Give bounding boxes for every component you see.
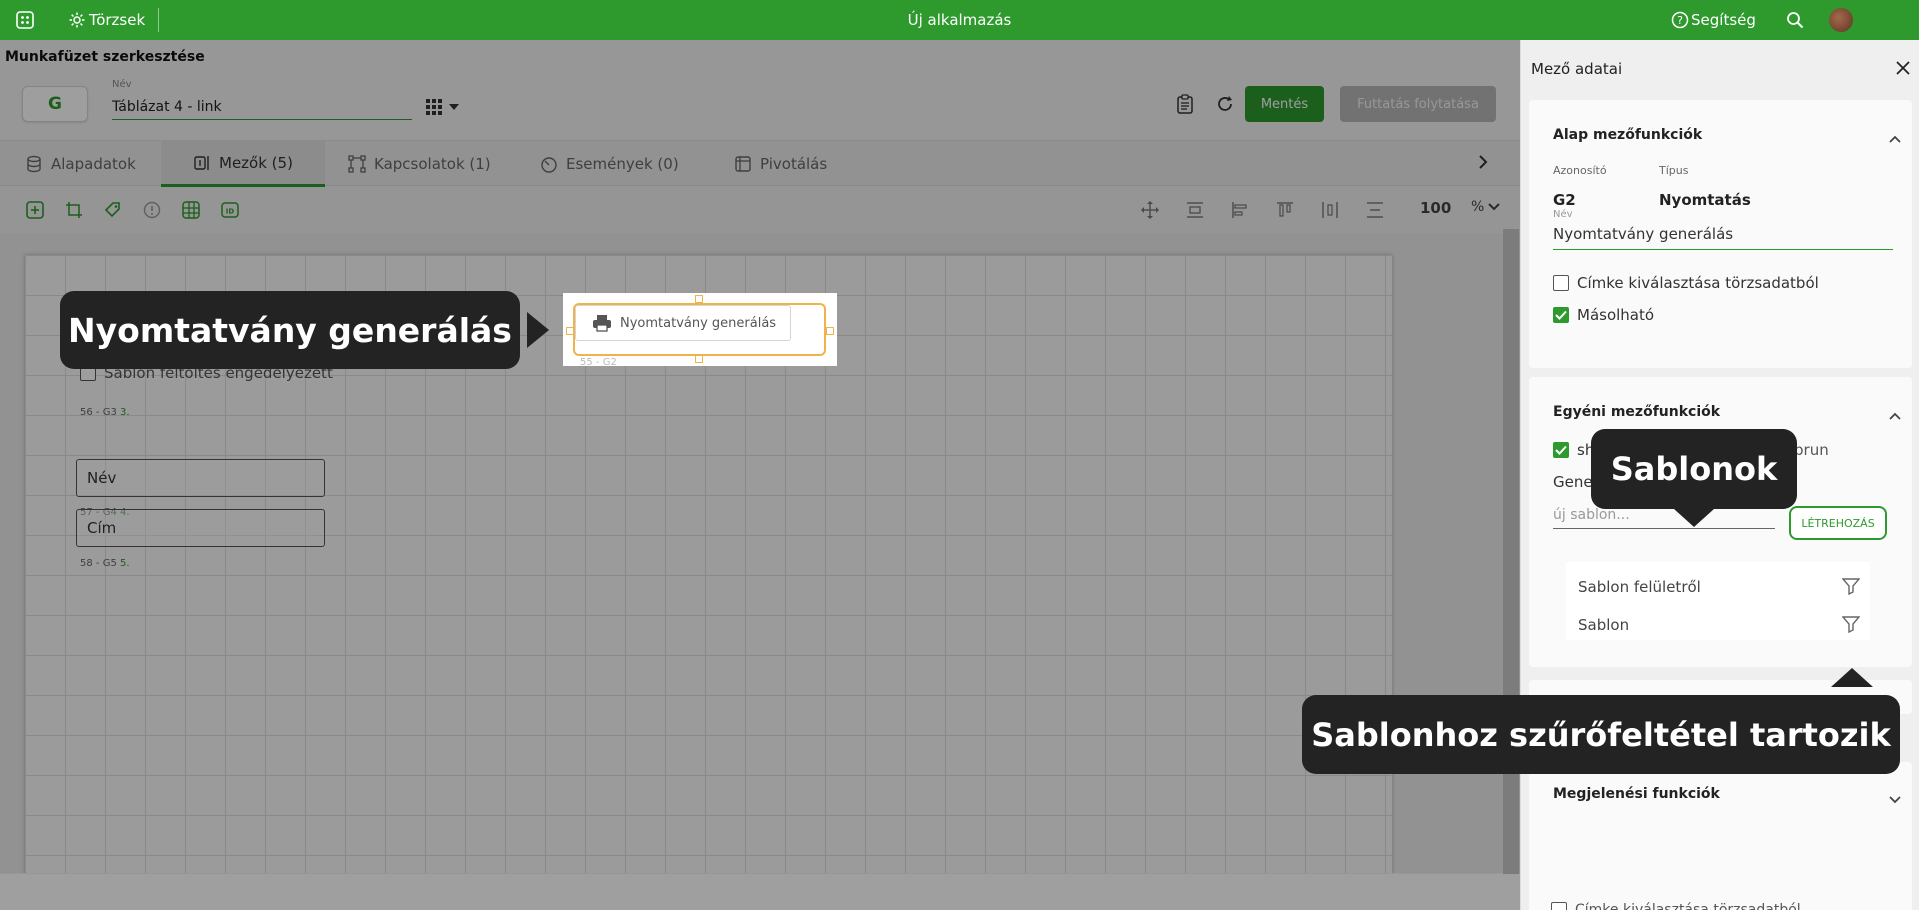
resize-handle[interactable]: [695, 355, 703, 363]
topbar-divider: [158, 8, 159, 32]
callout-print: Nyomtatvány generálás: [60, 291, 520, 369]
card-title: Egyéni mezőfunkciók: [1553, 404, 1721, 420]
template-item[interactable]: Sablon felületről: [1578, 578, 1701, 596]
svg-text:?: ?: [1677, 14, 1683, 27]
card-title: Megjelenési funkciók: [1553, 786, 1720, 802]
display-functions-card: Megjelenési funkciók: [1529, 762, 1912, 910]
input-underline: [1553, 528, 1775, 529]
display-label-checkbox[interactable]: Címke kiválasztása törzsadatból: [1551, 902, 1801, 910]
field-name-input[interactable]: Nyomtatvány generálás: [1553, 225, 1733, 243]
filter-icon[interactable]: [1841, 615, 1861, 637]
basic-functions-card: Alap mezőfunkciók Azonosító Típus G2 Nyo…: [1529, 100, 1912, 368]
checkbox: [1551, 902, 1567, 910]
checkbox-checked: [1553, 307, 1569, 323]
checkbox-label: Másolható: [1577, 306, 1655, 324]
id-value: G2: [1553, 191, 1576, 209]
callout-pointer: [1674, 509, 1714, 527]
checkbox-label: Címke kiválasztása törzsadatból: [1575, 902, 1801, 910]
help-icon[interactable]: ?: [1670, 10, 1690, 30]
app-title: Új alkalmazás: [907, 11, 1012, 29]
resize-handle[interactable]: [695, 295, 703, 303]
print-button-label: Nyomtatvány generálás: [620, 315, 777, 331]
search-icon[interactable]: [1785, 10, 1805, 30]
type-value: Nyomtatás: [1659, 191, 1751, 209]
chevron-up-icon[interactable]: [1889, 128, 1901, 147]
printer-icon: [593, 315, 611, 332]
callout-templates: Sablonok: [1591, 429, 1797, 509]
id-label: Azonosító: [1553, 164, 1607, 177]
top-bar: Törzsek Új alkalmazás ? Segítség: [0, 0, 1919, 40]
callout-pointer: [1831, 668, 1873, 687]
callout-pointer: [527, 312, 549, 348]
checkbox-label: Címke kiválasztása törzsadatból: [1577, 274, 1819, 292]
apps-grid-icon[interactable]: [15, 10, 35, 30]
input-underline: [1553, 249, 1893, 250]
select-label-checkbox[interactable]: Címke kiválasztása törzsadatból: [1553, 274, 1819, 292]
help-link[interactable]: Segítség: [1691, 11, 1756, 29]
checkbox-checked: [1553, 442, 1569, 458]
field-tag: 55 - G2: [580, 357, 617, 368]
checkbox-label-tail: prun: [1794, 441, 1829, 459]
close-icon[interactable]: [1895, 60, 1911, 80]
callout-filter: Sablonhoz szűrőfeltétel tartozik: [1302, 695, 1900, 774]
new-template-input[interactable]: új sablon...: [1553, 507, 1630, 523]
type-label: Típus: [1659, 164, 1689, 177]
print-generate-button[interactable]: Nyomtatvány generálás: [575, 305, 791, 341]
chevron-up-icon[interactable]: [1889, 405, 1901, 424]
tutorial-overlay: [0, 40, 1520, 874]
gear-icon[interactable]: [67, 10, 87, 30]
checkbox: [1553, 275, 1569, 291]
create-template-button[interactable]: LÉTREHOZÁS: [1789, 506, 1887, 540]
name-label: Név: [1553, 209, 1573, 220]
panel-title: Mező adatai: [1531, 60, 1623, 78]
resize-handle[interactable]: [566, 327, 574, 335]
resize-handle[interactable]: [826, 327, 834, 335]
bottom-bar: [0, 874, 1520, 910]
chevron-down-icon[interactable]: [1889, 789, 1901, 808]
nav-torzsek[interactable]: Törzsek: [89, 11, 145, 29]
template-item[interactable]: Sablon: [1578, 616, 1629, 634]
copyable-checkbox[interactable]: Másolható: [1553, 306, 1654, 324]
filter-icon[interactable]: [1841, 577, 1861, 599]
user-avatar[interactable]: [1829, 8, 1853, 32]
template-list: Sablon felületről Sablon: [1566, 562, 1870, 640]
card-title: Alap mezőfunkciók: [1553, 127, 1703, 143]
